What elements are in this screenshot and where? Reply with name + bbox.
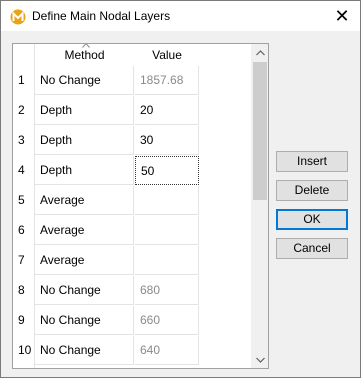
vertical-scrollbar[interactable] [251, 44, 268, 368]
insert-button[interactable]: Insert [276, 151, 348, 172]
table-row[interactable]: 1 No Change 1857.68 [13, 66, 252, 96]
ok-button[interactable]: OK [276, 209, 348, 230]
window-title: Define Main Nodal Layers [32, 9, 171, 23]
method-cell[interactable]: Average [35, 216, 134, 245]
row-number: 8 [18, 283, 25, 297]
app-logo-icon [10, 9, 26, 25]
value-cell[interactable]: 20 [135, 96, 199, 125]
method-cell[interactable]: No Change [35, 66, 134, 95]
method-cell[interactable]: Average [35, 246, 134, 275]
method-cell[interactable]: No Change [35, 306, 134, 335]
method-cell[interactable]: Depth [35, 156, 134, 185]
table-row[interactable]: 10 No Change 640 [13, 336, 252, 366]
table-row[interactable]: 2 Depth 20 [13, 96, 252, 126]
title-bar[interactable]: Define Main Nodal Layers ✕ [1, 1, 360, 31]
layers-grid[interactable]: Method Value 1 No Change 1857.68 2 Depth 20 3 D… [12, 43, 269, 369]
table-row[interactable]: 8 No Change 680 [13, 276, 252, 306]
close-icon[interactable]: ✕ [324, 1, 360, 31]
method-cell[interactable]: Depth [35, 126, 134, 155]
value-cell[interactable]: 660 [135, 306, 199, 335]
table-row[interactable]: 4 Depth 50 [13, 156, 252, 186]
table-row[interactable]: 7 Average [13, 246, 252, 276]
row-number: 3 [18, 133, 25, 147]
scrollbar-thumb[interactable] [253, 62, 267, 200]
cancel-button[interactable]: Cancel [276, 238, 348, 259]
value-cell[interactable] [135, 216, 199, 245]
method-cell[interactable]: No Change [35, 336, 134, 365]
value-cell[interactable]: 680 [135, 276, 199, 305]
column-header-method[interactable]: Method [35, 44, 134, 66]
grid-rows: 1 No Change 1857.68 2 Depth 20 3 Depth 30 4 Depth 5… [13, 66, 252, 366]
method-cell[interactable]: Average [35, 186, 134, 215]
row-number: 2 [18, 103, 25, 117]
row-number: 6 [18, 223, 25, 237]
value-cell[interactable]: 50 [135, 156, 199, 185]
method-cell[interactable]: Depth [35, 96, 134, 125]
row-number: 10 [18, 343, 32, 357]
row-number-divider [34, 44, 35, 368]
row-number: 5 [18, 193, 25, 207]
dialog-window: Define Main Nodal Layers ✕ Method Value … [0, 0, 361, 378]
grid-header: Method Value [13, 44, 252, 66]
method-cell[interactable]: No Change [35, 276, 134, 305]
row-number: 9 [18, 313, 25, 327]
table-row[interactable]: 3 Depth 30 [13, 126, 252, 156]
scroll-down-arrow-icon[interactable] [252, 351, 268, 368]
row-number: 4 [18, 163, 25, 177]
row-number: 1 [18, 73, 25, 87]
delete-button[interactable]: Delete [276, 180, 348, 201]
row-number-header [13, 44, 34, 66]
value-cell[interactable]: 640 [135, 336, 199, 365]
grid-body: Method Value 1 No Change 1857.68 2 Depth 20 3 D… [13, 44, 252, 368]
table-row[interactable]: 5 Average [13, 186, 252, 216]
value-cell[interactable] [135, 246, 199, 275]
column-header-value[interactable]: Value [135, 44, 199, 66]
table-row[interactable]: 9 No Change 660 [13, 306, 252, 336]
table-row[interactable]: 6 Average [13, 216, 252, 246]
value-cell[interactable]: 30 [135, 126, 199, 155]
row-number: 7 [18, 253, 25, 267]
scroll-up-arrow-icon[interactable] [252, 44, 268, 61]
value-cell[interactable] [135, 186, 199, 215]
value-cell[interactable]: 1857.68 [135, 66, 199, 95]
